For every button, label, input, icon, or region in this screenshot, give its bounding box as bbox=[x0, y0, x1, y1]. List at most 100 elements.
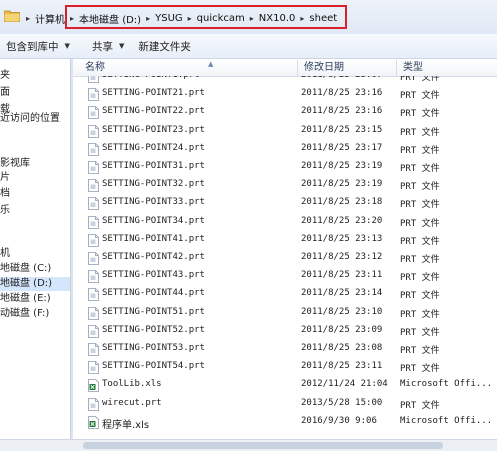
file-name: SETTING-POINT43.prt bbox=[102, 270, 205, 281]
file-row[interactable]: SETTING-POINT21.prt 2011/8/25 23:16 PRT 文件 bbox=[73, 86, 497, 104]
file-date: 2011/8/25 23:08 bbox=[301, 343, 383, 353]
document-icon bbox=[88, 215, 99, 229]
file-date: 2011/8/25 23:17 bbox=[301, 142, 383, 153]
file-name: SETTING-POINT21.prt bbox=[102, 88, 205, 99]
file-type: PRT 文件 bbox=[400, 273, 440, 284]
file-date: 2011/8/25 23:11 bbox=[301, 270, 383, 281]
document-icon bbox=[88, 324, 99, 338]
file-name: SETTING-POINT24.prt bbox=[102, 142, 205, 153]
file-date: 2011/8/25 23:15 bbox=[301, 124, 383, 135]
document-icon bbox=[88, 142, 99, 156]
file-row[interactable]: SETTING-POINT52.prt 2011/8/25 23:09 PRT 文件 bbox=[73, 323, 497, 341]
document-icon bbox=[88, 288, 99, 302]
sort-ascending-icon: ▲ bbox=[208, 60, 214, 68]
file-list: SETTING-POINT1.prt2011/8/25 23:07PRT 文件S… bbox=[73, 76, 497, 446]
address-bar[interactable]: ▸ 计算机 ▸ 本地磁盘 (D:) ▸ YSUG ▸ quickcam ▸ NX10.0 ▸ shee… bbox=[0, 0, 497, 35]
file-name: SETTING-POINT33.prt bbox=[102, 197, 205, 208]
file-row[interactable]: SETTING-POINT1.prt 2011/8/25 23:07 PRT 文件 bbox=[73, 76, 497, 86]
file-row[interactable]: SETTING-POINT53.prt 2011/8/25 23:08 PRT 文件 bbox=[73, 341, 497, 359]
file-name: SETTING-POINT41.prt bbox=[102, 233, 205, 244]
folder-icon bbox=[4, 10, 20, 22]
sidebar-item[interactable]: 动磁盘 (F:) bbox=[0, 307, 49, 321]
document-icon bbox=[88, 306, 99, 320]
document-icon bbox=[88, 361, 99, 375]
sidebar-item[interactable]: 地磁盘 (D:) bbox=[0, 277, 70, 291]
file-type: PRT 文件 bbox=[400, 76, 440, 83]
file-type: PRT 文件 bbox=[400, 327, 440, 338]
sidebar-item[interactable]: 档 bbox=[0, 187, 10, 201]
file-date: 2011/8/25 23:16 bbox=[301, 106, 383, 117]
document-icon bbox=[88, 106, 99, 120]
file-date: 2011/8/25 23:07 bbox=[301, 76, 382, 80]
breadcrumb-item[interactable]: 计算机 bbox=[34, 11, 66, 26]
file-name: SETTING-POINT22.prt bbox=[102, 106, 205, 117]
file-row[interactable]: SETTING-POINT42.prt 2011/8/25 23:12 PRT 文件 bbox=[73, 250, 497, 268]
sidebar-item[interactable]: 影视库 bbox=[0, 157, 30, 171]
scrollbar-thumb[interactable] bbox=[83, 442, 443, 449]
file-type: PRT 文件 bbox=[400, 200, 440, 211]
sidebar-item[interactable]: 机 bbox=[0, 247, 10, 261]
file-row[interactable]: ToolLib.xls 2012/11/24 21:04 Microsoft Off… bbox=[73, 377, 497, 395]
document-icon bbox=[88, 270, 99, 284]
file-name: SETTING-POINT1.prt bbox=[102, 76, 200, 80]
sidebar-item[interactable]: 近访问的位置 bbox=[0, 112, 60, 126]
chevron-down-icon: ▼ bbox=[119, 42, 125, 50]
file-row[interactable]: SETTING-POINT32.prt 2011/8/25 23:19 PRT 文件 bbox=[73, 177, 497, 195]
file-date: 2011/8/25 23:19 bbox=[301, 179, 383, 190]
chevron-down-icon: ▼ bbox=[64, 42, 70, 50]
column-header-date[interactable]: 修改日期 bbox=[297, 60, 396, 76]
file-row[interactable]: SETTING-POINT31.prt 2011/8/25 23:19 PRT 文件 bbox=[73, 159, 497, 177]
file-row[interactable]: SETTING-POINT51.prt 2011/8/25 23:10 PRT 文件 bbox=[73, 305, 497, 323]
file-name: 程序单.xls bbox=[102, 419, 150, 431]
file-row[interactable]: SETTING-POINT41.prt 2011/8/25 23:13 PRT 文件 bbox=[73, 232, 497, 250]
file-row[interactable]: wirecut.prt 2013/5/28 15:00 PRT 文件 bbox=[73, 396, 497, 414]
column-header: 名称 ▲ 修改日期 类型 bbox=[73, 60, 497, 77]
file-type: PRT 文件 bbox=[400, 127, 440, 138]
file-date: 2013/5/28 15:00 bbox=[301, 397, 383, 408]
sidebar-item[interactable]: 乐 bbox=[0, 204, 10, 218]
column-header-name-label: 名称 bbox=[85, 62, 105, 73]
document-icon bbox=[88, 76, 99, 83]
document-icon bbox=[88, 252, 99, 265]
file-type: Microsoft Offi... bbox=[400, 379, 493, 390]
file-date: 2011/8/25 23:19 bbox=[301, 161, 383, 171]
horizontal-scrollbar[interactable] bbox=[73, 439, 497, 451]
document-icon bbox=[88, 233, 99, 247]
file-row[interactable]: 程序单.xls 2016/9/30 9:06 Microsoft Offi... bbox=[73, 414, 497, 432]
file-row[interactable]: SETTING-POINT24.prt 2011/8/25 23:17 PRT 文件 bbox=[73, 141, 497, 159]
file-type: PRT 文件 bbox=[400, 109, 440, 120]
file-name: SETTING-POINT42.prt bbox=[102, 252, 205, 262]
file-row[interactable]: SETTING-POINT33.prt 2011/8/25 23:18 PRT 文件 bbox=[73, 195, 497, 213]
file-row[interactable]: SETTING-POINT34.prt 2011/8/25 23:20 PRT 文件 bbox=[73, 214, 497, 232]
red-highlight-box bbox=[65, 5, 347, 29]
new-folder-button[interactable]: 新建文件夹 bbox=[132, 35, 197, 57]
breadcrumb-chevron-icon[interactable]: ▸ bbox=[26, 14, 30, 23]
share-button[interactable]: 共享 ▼ bbox=[86, 35, 130, 57]
sidebar-item[interactable]: 片 bbox=[0, 171, 10, 185]
new-folder-label: 新建文件夹 bbox=[138, 40, 191, 53]
file-row[interactable]: SETTING-POINT44.prt 2011/8/25 23:14 PRT 文件 bbox=[73, 286, 497, 304]
file-row[interactable]: SETTING-POINT22.prt 2011/8/25 23:16 PRT 文件 bbox=[73, 104, 497, 122]
column-header-type[interactable]: 类型 bbox=[396, 60, 497, 76]
sidebar-item[interactable]: 地磁盘 (C:) bbox=[0, 262, 51, 276]
sidebar-item[interactable]: 夹 bbox=[0, 69, 10, 83]
file-name: wirecut.prt bbox=[102, 397, 162, 408]
document-icon bbox=[88, 397, 99, 411]
file-date: 2011/8/25 23:14 bbox=[301, 288, 383, 299]
include-in-library-button[interactable]: 包含到库中 ▼ bbox=[0, 35, 84, 57]
include-in-library-label: 包含到库中 bbox=[6, 40, 59, 53]
file-row[interactable]: SETTING-POINT43.prt 2011/8/25 23:11 PRT 文件 bbox=[73, 268, 497, 286]
file-type: PRT 文件 bbox=[400, 400, 440, 411]
file-row[interactable]: SETTING-POINT54.prt 2011/8/25 23:11 PRT 文件 bbox=[73, 359, 497, 377]
sidebar-item[interactable]: 面 bbox=[0, 86, 10, 100]
file-type: PRT 文件 bbox=[400, 255, 440, 265]
file-date: 2016/9/30 9:06 bbox=[301, 415, 377, 426]
sidebar-item[interactable]: 地磁盘 (E:) bbox=[0, 292, 51, 306]
file-type: PRT 文件 bbox=[400, 218, 440, 229]
file-row[interactable]: SETTING-POINT23.prt 2011/8/25 23:15 PRT 文件 bbox=[73, 123, 497, 141]
document-icon bbox=[88, 88, 99, 102]
file-name: SETTING-POINT23.prt bbox=[102, 124, 205, 135]
column-header-name[interactable]: 名称 bbox=[73, 60, 300, 76]
file-type: PRT 文件 bbox=[400, 364, 440, 375]
excel-icon bbox=[88, 415, 99, 429]
